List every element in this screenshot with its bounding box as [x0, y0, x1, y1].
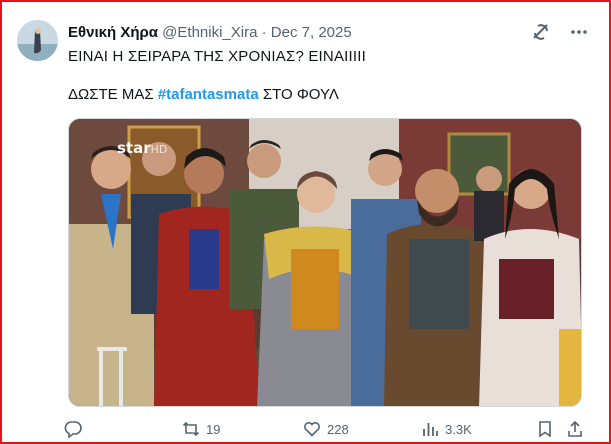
reply-icon [64, 420, 82, 438]
text-suffix: ΣΤΟ ΦΟΥΛ [258, 86, 339, 103]
reply-button[interactable] [64, 420, 88, 438]
watermark-hd: HD [150, 143, 168, 156]
tweet-header: Εθνική Χήρα @Ethniki_Xira · Dec 7, 2025 [68, 24, 352, 41]
like-count: 228 [327, 421, 349, 437]
views-count: 3.3K [445, 421, 472, 437]
retweet-count: 19 [206, 421, 221, 437]
watermark-main: star [117, 139, 151, 157]
tweet-date[interactable]: Dec 7, 2025 [271, 24, 352, 41]
tweet-card: Εθνική Χήρα @Ethniki_Xira · Dec 7, 2025 … [0, 0, 611, 444]
retweet-button[interactable]: 19 [182, 420, 220, 438]
like-icon [303, 420, 321, 438]
bookmark-button[interactable] [536, 420, 554, 438]
tweet-media-image[interactable]: starHD [68, 118, 582, 407]
more-icon[interactable] [569, 22, 589, 42]
handle[interactable]: @Ethniki_Xira [162, 24, 257, 41]
share-icon [566, 420, 584, 438]
action-bar: 19 228 3.3K [64, 420, 586, 442]
views-icon [421, 420, 439, 438]
retweet-icon [182, 420, 200, 438]
hashtag-link[interactable]: #tafantasmata [158, 86, 259, 103]
channel-watermark: starHD [117, 139, 167, 157]
media-scene [69, 119, 581, 406]
avatar[interactable] [17, 20, 58, 61]
text-prefix: ΔΩΣΤΕ ΜΑΣ [68, 86, 158, 103]
bookmark-icon [536, 420, 554, 438]
display-name[interactable]: Εθνική Χήρα [68, 24, 158, 41]
share-button[interactable] [566, 420, 584, 438]
tweet-text-line2: ΔΩΣΤΕ ΜΑΣ #tafantasmata ΣΤΟ ΦΟΥΛ [68, 86, 339, 103]
grok-icon[interactable] [531, 22, 551, 42]
top-actions [531, 22, 589, 42]
like-button[interactable]: 228 [303, 420, 349, 438]
tweet-text-line1: ΕΙΝΑΙ Η ΣΕΙΡΑΡΑ ΤΗΣ ΧΡΟΝΙΑΣ? ΕΙΝΑΙΙΙΙΙ [68, 48, 366, 65]
separator-dot: · [261, 24, 267, 41]
views-button[interactable]: 3.3K [421, 420, 472, 438]
